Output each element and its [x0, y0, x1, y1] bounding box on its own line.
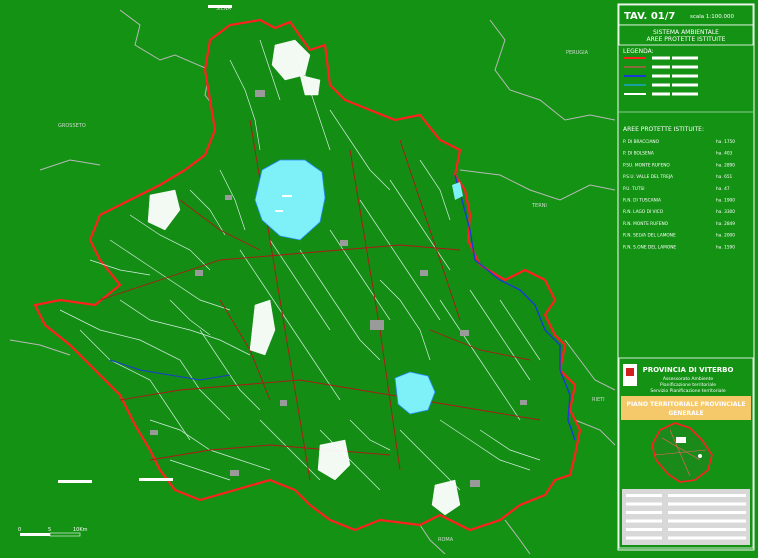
scale-tick-5: 5 [48, 527, 51, 533]
area-name: P. DI BOLSENA [623, 151, 654, 157]
area-name: P. DI BRACCIANO [623, 139, 660, 145]
area-name: R.N. MONTE RUFENO [623, 221, 669, 227]
institution-dept2: Pianificazione territoriale [660, 382, 716, 388]
label-terni: TERNI [531, 203, 547, 209]
area-hectares: ha. 1590 [716, 244, 735, 250]
credit-bar [668, 494, 746, 497]
legend-text-bar [652, 83, 670, 87]
legend-text-bar [652, 74, 670, 78]
area-name: R.N. SELVA DEL LAMONE [623, 233, 676, 239]
legend-text-bar [672, 74, 698, 78]
area-hectares: ha. 2890 [716, 162, 735, 168]
credit-bar [626, 536, 662, 540]
area-hectares: ha. 403 [716, 151, 733, 157]
credit-bar [668, 536, 746, 540]
area-name: R.N. LAGO DI VICO [623, 209, 664, 215]
province-map: SIENA PERUGIA GROSSETO TERNI RIETI ROMA … [0, 0, 758, 555]
area-hectares: ha. 1900 [716, 198, 735, 204]
area-name: P.U. TUTSI [623, 186, 645, 192]
map-canvas: SIENA PERUGIA GROSSETO TERNI RIETI ROMA … [0, 0, 758, 555]
legend-text-bar [672, 65, 698, 69]
credit-bar [626, 511, 662, 514]
institution-name: PROVINCIA DI VITERBO [643, 366, 734, 374]
area-hectares: ha. 2849 [716, 221, 735, 227]
area-name: P.SU. MONTE RUFENO [623, 162, 670, 168]
scale-tick-0: 0 [18, 527, 21, 533]
area-hectares: ha. 2000 [716, 233, 735, 239]
legend-text-bar [652, 92, 670, 96]
area-hectares: ha. 3300 [716, 209, 735, 215]
area-hectares: ha. 1750 [716, 139, 735, 145]
credit-bar [626, 519, 662, 523]
institution-dept3: Servizio Pianificazione territoriale [650, 388, 725, 394]
area-hectares: ha. 47 [716, 186, 730, 192]
plan-line1: PIANO TERRITORIALE PROVINCIALE [627, 401, 746, 408]
label-grosseto: GROSSETO [58, 123, 86, 129]
area-name: R.N. S.ONE DEL LAMONE [623, 244, 676, 250]
institution-dept1: Assessorato Ambiente [663, 376, 713, 382]
legend-text-bar [672, 83, 698, 87]
credit-bar [626, 502, 662, 506]
credit-bar [626, 528, 662, 531]
scale-tick-10: 10Km [73, 527, 88, 533]
legend-text-bar [672, 56, 698, 60]
side-panel: TAV. 01/7 scala 1:100.000 SISTEMA AMBIEN… [617, 3, 755, 551]
plan-line2: GENERALE [668, 410, 703, 417]
credit-bar [668, 511, 746, 514]
areas-title: AREE PROTETTE ISTITUITE: [623, 126, 704, 133]
label-roma: ROMA [438, 537, 454, 543]
area-name: R.N. DI TUSCANIA [623, 198, 661, 204]
legend-title: LEGENDA: [623, 48, 654, 55]
legend-text-bar [672, 92, 698, 96]
credit-bar [668, 519, 746, 523]
sheet-code: TAV. 01/7 [624, 11, 675, 22]
label-perugia: PERUGIA [566, 50, 589, 56]
legend-text-bar [652, 65, 670, 69]
sheet-scale: scala 1:100.000 [690, 14, 735, 20]
credit-bar [626, 494, 662, 497]
title-line2: AREE PROTETTE ISTITUITE [647, 36, 726, 43]
area-hectares: ha. 651 [716, 174, 733, 180]
title-line1: SISTEMA AMBIENTALE [653, 29, 719, 36]
credit-bar [668, 528, 746, 531]
credit-bar [668, 502, 746, 506]
legend-text-bar [652, 56, 670, 60]
area-name: P.S.U. VALLE DEL TREJA [623, 174, 673, 180]
label-rieti: RIETI [592, 397, 605, 403]
